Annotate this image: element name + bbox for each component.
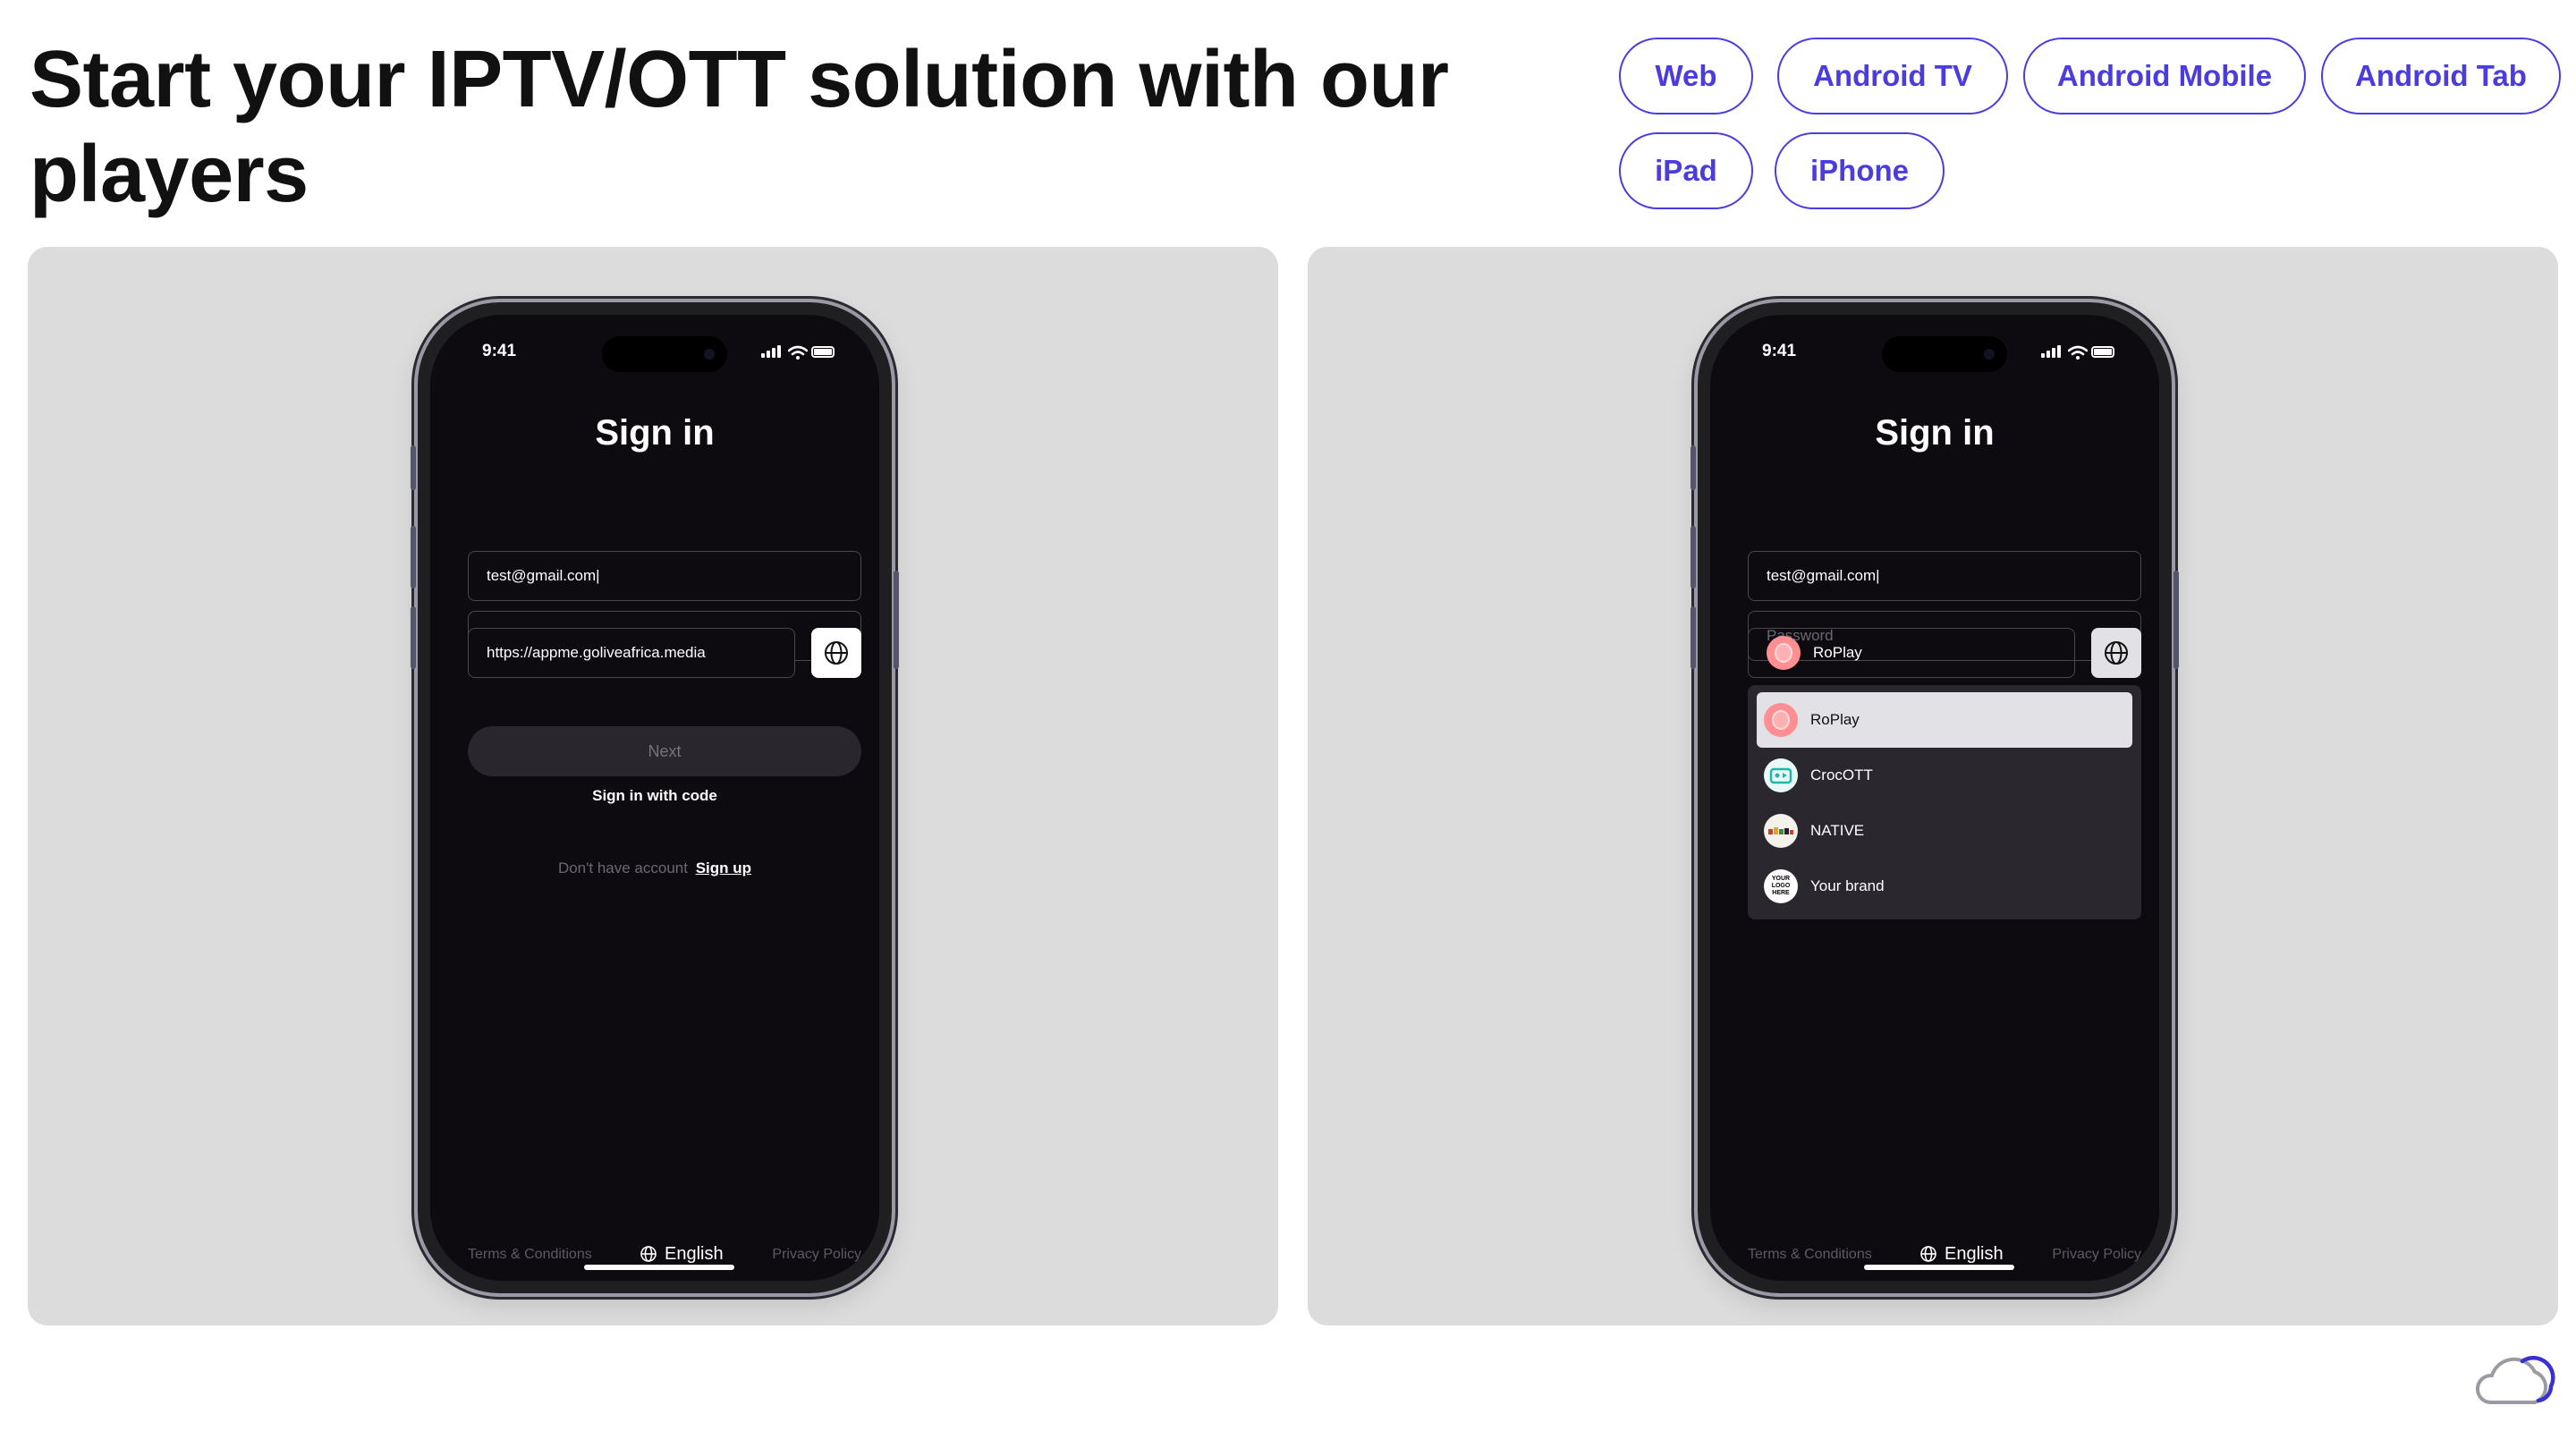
crocott-logo-icon [1764, 758, 1798, 792]
platform-chips: Web Android TV Android Mobile Android Ta… [1619, 38, 2561, 216]
phone-screen-left: 9:41 Sign in test@gmail.com| Password ht… [430, 315, 879, 1281]
email-field[interactable]: test@gmail.com| [1748, 551, 2141, 601]
chip-iphone[interactable]: iPhone [1775, 132, 1945, 209]
your-logo-here-icon: YOUR LOGO HERE [1764, 869, 1798, 903]
phone-frame-right: 9:41 Sign in test@gmail.com| Password Ro… [1690, 302, 2179, 1293]
battery-icon [811, 346, 835, 358]
page-headline: Start your IPTV/OTT solution with our pl… [30, 35, 1449, 219]
native-logo-icon [1764, 814, 1798, 848]
chip-android-mobile[interactable]: Android Mobile [2023, 38, 2306, 114]
right-panel: 9:41 Sign in test@gmail.com| Password Ro… [1308, 247, 2558, 1325]
globe-icon [2105, 641, 2128, 665]
status-time: 9:41 [482, 342, 517, 360]
signal-icon [761, 353, 765, 358]
brand-option-native[interactable]: NATIVE [1757, 803, 2132, 859]
dynamic-island [602, 336, 727, 372]
home-indicator [584, 1265, 734, 1270]
brand-option-label: RoPlay [1810, 711, 1860, 728]
terms-link[interactable]: Terms & Conditions [1748, 1247, 1872, 1263]
brand-dropdown: RoPlay CrocOTT NATIVE YOUR LOGO HERE You… [1748, 685, 2141, 919]
action-button [1690, 445, 1696, 490]
signin-title: Sign in [595, 413, 715, 453]
your-logo-text: YOUR LOGO HERE [1771, 876, 1791, 896]
power-button [2174, 571, 2179, 669]
server-select-button[interactable] [2091, 628, 2141, 678]
left-panel: 9:41 Sign in test@gmail.com| Password ht… [28, 247, 1278, 1325]
server-url-field[interactable]: https://appme.goliveafrica.media [468, 628, 795, 678]
phone-screen-right: 9:41 Sign in test@gmail.com| Password Ro… [1710, 315, 2159, 1281]
privacy-link[interactable]: Privacy Policy [772, 1247, 861, 1263]
brand-option-label: NATIVE [1810, 822, 1865, 839]
brand-option-label: Your brand [1810, 877, 1885, 894]
volume-up-button [411, 526, 416, 588]
volume-up-button [1690, 526, 1696, 588]
dynamic-island [1882, 336, 2007, 372]
home-indicator [1864, 1265, 2014, 1270]
brand-select-field[interactable]: RoPlay [1748, 628, 2075, 678]
privacy-link[interactable]: Privacy Policy [2052, 1247, 2141, 1263]
next-button[interactable]: Next [468, 726, 861, 776]
globe-icon [825, 641, 848, 665]
wifi-icon [2068, 345, 2088, 360]
status-time: 9:41 [1762, 342, 1797, 360]
brand-option-your-brand[interactable]: YOUR LOGO HERE Your brand [1757, 859, 2132, 914]
brand-option-roplay[interactable]: RoPlay [1757, 692, 2132, 748]
roplay-logo-icon [1764, 703, 1798, 737]
brand-option-crocott[interactable]: CrocOTT [1757, 748, 2132, 803]
selected-brand-label: RoPlay [1813, 644, 1862, 661]
chip-web[interactable]: Web [1619, 38, 1753, 114]
globe-icon [1920, 1246, 1936, 1262]
status-icons [761, 343, 835, 361]
phone-frame-left: 9:41 Sign in test@gmail.com| Password ht… [411, 302, 899, 1293]
battery-icon [2091, 346, 2114, 358]
power-button [894, 571, 899, 669]
language-selector[interactable]: English [1919, 1241, 2004, 1266]
status-icons [2041, 343, 2114, 361]
terms-link[interactable]: Terms & Conditions [468, 1247, 592, 1263]
globe-icon [640, 1246, 657, 1262]
cloud-logo-icon [2475, 1356, 2555, 1404]
sign-up-link[interactable]: Sign up [696, 859, 751, 876]
signup-prompt: Don't have account Sign up [430, 859, 879, 877]
sign-in-with-code-link[interactable]: Sign in with code [430, 787, 879, 805]
roplay-logo-icon [1767, 636, 1801, 670]
chip-ipad[interactable]: iPad [1619, 132, 1753, 209]
wifi-icon [788, 345, 808, 360]
language-label: English [1945, 1243, 2004, 1264]
language-label: English [665, 1243, 724, 1264]
chip-android-tv[interactable]: Android TV [1777, 38, 2008, 114]
signal-icon [2041, 353, 2045, 358]
language-selector[interactable]: English [640, 1241, 724, 1266]
action-button [411, 445, 416, 490]
signin-title: Sign in [1875, 413, 1995, 453]
brand-option-label: CrocOTT [1810, 766, 1873, 783]
volume-down-button [1690, 606, 1696, 669]
volume-down-button [411, 606, 416, 669]
email-field[interactable]: test@gmail.com| [468, 551, 861, 601]
no-account-text: Don't have account [557, 859, 688, 876]
server-select-button[interactable] [811, 628, 861, 678]
chip-android-tab[interactable]: Android Tab [2321, 38, 2561, 114]
